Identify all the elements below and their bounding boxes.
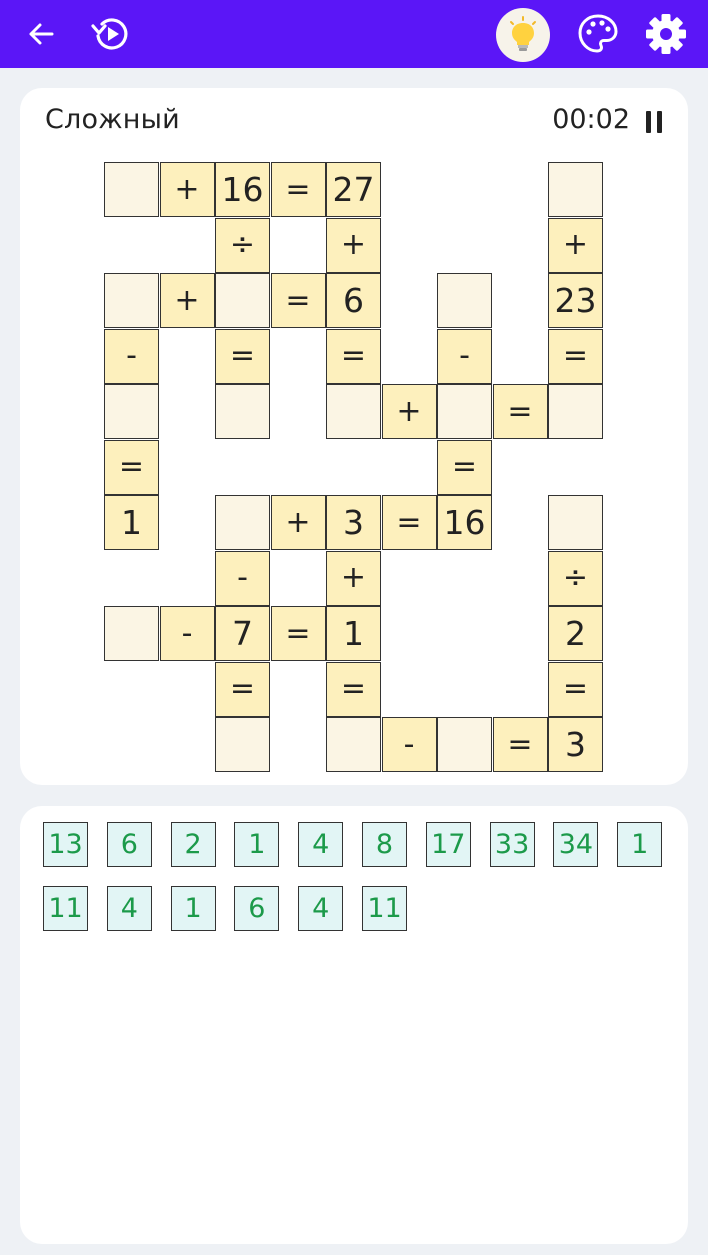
number-tile[interactable]: 6 [106, 822, 152, 867]
board-operator: = [270, 273, 326, 328]
board-number: 16 [437, 495, 492, 550]
theme-button[interactable] [574, 10, 622, 58]
board-number: 27 [326, 162, 381, 217]
board-empty-cell[interactable] [104, 606, 159, 661]
board-empty-cell[interactable] [215, 273, 270, 328]
board-operator: + [381, 384, 437, 439]
number-tile[interactable]: 1 [617, 822, 663, 867]
board-operator: ÷ [215, 217, 270, 273]
board-empty-cell[interactable] [437, 384, 492, 439]
board-operator: - [104, 328, 159, 384]
board-operator: = [270, 606, 326, 661]
board-number: 1 [104, 495, 159, 550]
board-operator: + [326, 217, 381, 273]
board-operator: = [104, 439, 159, 495]
number-tile[interactable]: 11 [362, 886, 407, 931]
board-operator: ÷ [548, 550, 603, 606]
settings-button[interactable] [642, 10, 690, 58]
board-operator: + [159, 162, 215, 217]
board-empty-cell[interactable] [104, 162, 159, 217]
board-number: 3 [548, 717, 603, 772]
board-operator: = [548, 328, 603, 384]
board-empty-cell[interactable] [437, 273, 492, 328]
board-number: 2 [548, 606, 603, 661]
number-bank-card [20, 806, 688, 1244]
number-tile[interactable]: 4 [298, 822, 344, 867]
restart-button[interactable] [87, 10, 135, 58]
board-operator: = [381, 495, 437, 550]
board-empty-cell[interactable] [548, 495, 603, 550]
board-operator: = [492, 717, 548, 772]
hint-button[interactable] [496, 8, 550, 62]
back-button[interactable] [17, 10, 65, 58]
board-empty-cell[interactable] [548, 162, 603, 217]
gear-icon [646, 14, 686, 54]
board-operator: = [437, 439, 492, 495]
board-operator: = [548, 661, 603, 717]
board-operator: + [270, 495, 326, 550]
board-operator: = [326, 328, 381, 384]
number-tile[interactable]: 11 [43, 886, 88, 931]
board-empty-cell[interactable] [104, 273, 159, 328]
number-tile[interactable]: 33 [489, 822, 535, 867]
board-number: 7 [215, 606, 270, 661]
board-operator: + [548, 217, 603, 273]
palette-icon [578, 14, 618, 53]
board-operator: + [326, 550, 381, 606]
number-tile[interactable]: 34 [553, 822, 599, 867]
number-tile[interactable]: 4 [298, 886, 344, 931]
board-empty-cell[interactable] [548, 384, 603, 439]
board-empty-cell[interactable] [215, 717, 270, 772]
board-operator: = [215, 661, 270, 717]
pause-button[interactable] [644, 111, 664, 133]
restart-play-icon [91, 18, 128, 50]
number-tile[interactable]: 6 [234, 886, 280, 931]
number-tile[interactable]: 1 [170, 886, 216, 931]
board-operator: + [159, 273, 215, 328]
board-operator: = [215, 328, 270, 384]
board-operator: = [270, 162, 326, 217]
board-number: 3 [326, 495, 381, 550]
board-empty-cell[interactable] [437, 717, 492, 772]
board-operator: - [381, 717, 437, 772]
board-empty-cell[interactable] [215, 495, 270, 550]
timer: 00:02 [552, 104, 630, 135]
board-empty-cell[interactable] [326, 717, 381, 772]
board-operator: - [215, 550, 270, 606]
board-number: 1 [326, 606, 381, 661]
board-empty-cell[interactable] [326, 384, 381, 439]
number-tile[interactable]: 4 [106, 886, 152, 931]
board-operator: - [437, 328, 492, 384]
board-operator: = [492, 384, 548, 439]
board-operator: = [326, 661, 381, 717]
board-number: 6 [326, 273, 381, 328]
board-empty-cell[interactable] [104, 384, 159, 439]
number-tile[interactable]: 2 [170, 822, 216, 867]
number-tile[interactable]: 17 [425, 822, 471, 867]
arrow-left-icon [29, 23, 54, 45]
number-tile[interactable]: 8 [362, 822, 407, 867]
board-operator: - [159, 606, 215, 661]
number-tile[interactable]: 1 [234, 822, 280, 867]
lightbulb-icon [510, 16, 536, 51]
board-empty-cell[interactable] [215, 384, 270, 439]
difficulty-label: Сложный [45, 104, 180, 135]
board-number: 23 [548, 273, 603, 328]
number-tile[interactable]: 13 [43, 822, 88, 867]
board-number: 16 [215, 162, 270, 217]
